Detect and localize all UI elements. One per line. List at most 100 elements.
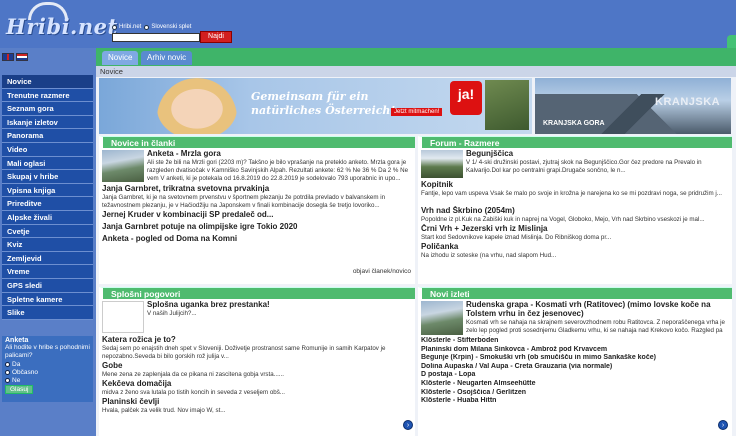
sidebar-item-oglasi[interactable]: Mali oglasi — [2, 156, 93, 171]
new-trips-box: Novi izleti Rudenska grapa - Kosmati vrh… — [418, 287, 732, 436]
sidebar-item-slike[interactable]: Slike — [2, 306, 93, 320]
forum-lead-text: V 1/ 4-ski družinski postavi, zjutraj sk… — [466, 159, 702, 174]
news-item-title[interactable]: Jernej Kruder v kombinaciji SP predaleč … — [99, 210, 415, 220]
sidebar-item-novice[interactable]: Novice — [2, 75, 93, 89]
sidebar-item-zivali[interactable]: Alpske živali — [2, 210, 93, 225]
news-lead[interactable]: Anketa - Mrzla gora Ali ste že bili na M… — [99, 148, 415, 184]
trip-lead-title[interactable]: Rudenska grapa - Kosmati vrh (Ratitovec)… — [466, 300, 729, 318]
discussion-item-desc: midva z ženo sva lutala po tistih koncih… — [102, 389, 285, 396]
radio-icon[interactable] — [5, 377, 10, 383]
breadcrumb: Novice — [96, 66, 736, 77]
news-item-title[interactable]: Janja Garnbret, trikratna svetovna prvak… — [99, 184, 415, 194]
trip-item[interactable]: Klösterle - Neugarten Almseehütte — [418, 380, 732, 389]
discussion-lead[interactable]: Splošna uganka brez prestanka! V naših J… — [99, 299, 415, 335]
header-bar: Hribi.net Hribi.net Slovenski splet Najd… — [0, 0, 736, 49]
ad-austria[interactable]: Gemeinsam für ein natürliches Österreich!… — [99, 78, 532, 134]
trip-lead-thumbnail[interactable] — [421, 301, 463, 335]
more-arrow-icon[interactable]: › — [718, 420, 728, 430]
sidebar-item-kviz[interactable]: Kviz — [2, 238, 93, 252]
sidebar-item-seznam-gora[interactable]: Seznam gora — [2, 102, 93, 116]
forum-box-title: Forum - Razmere — [418, 136, 732, 148]
news-box: Novice in članki Anketa - Mrzla gora Ali… — [99, 136, 415, 284]
radio-icon[interactable] — [144, 24, 150, 30]
sidebar-item-panorama[interactable]: Panorama — [2, 129, 93, 143]
radio-icon[interactable] — [112, 24, 117, 30]
search-input[interactable] — [112, 33, 200, 42]
search-button[interactable]: Najdi — [200, 31, 232, 43]
sidebar-item-kamere[interactable]: Spletne kamere — [2, 292, 93, 307]
site-logo[interactable]: Hribi.net — [6, 2, 117, 44]
discussion-item-title[interactable]: Gobe — [99, 361, 415, 371]
more-arrow-icon[interactable]: › — [403, 420, 413, 430]
discussion-lead-title[interactable]: Splošna uganka brez prestanka! — [147, 300, 270, 309]
radio-icon[interactable] — [5, 369, 10, 375]
ad-slogan: Gemeinsam für ein natürliches Österreich! — [251, 90, 396, 117]
ad-woman-image — [157, 78, 237, 134]
trip-item[interactable]: Dolina Aupaska / Val Aupa - Creta Grauza… — [418, 363, 732, 372]
sidebar-item-skupaj[interactable]: Skupaj v hribe — [2, 170, 93, 184]
discussion-lead-text: V naših Julijcih?... — [147, 310, 197, 317]
tab-novice[interactable]: Novice — [102, 51, 139, 65]
sidebar-item-video[interactable]: Video — [2, 142, 93, 157]
poll-option[interactable]: Občasno — [5, 368, 90, 376]
tab-arhiv-novic[interactable]: Arhiv novic — [141, 51, 193, 65]
discussion-box-title: Splošni pogovori — [99, 287, 415, 299]
discussion-box: Splošni pogovori Splošna uganka brez pre… — [99, 287, 415, 436]
discussion-item-title[interactable]: Katera rožica je to? — [99, 335, 415, 345]
news-lead-thumbnail[interactable] — [102, 150, 144, 182]
poll-title: Anketa — [5, 337, 29, 344]
sidebar-item-vreme[interactable]: Vreme — [2, 265, 93, 279]
trip-item[interactable]: Klösterle - Stifterboden — [418, 337, 732, 346]
ad-brand-text: KRANJSKA — [655, 96, 721, 108]
language-flags — [2, 53, 28, 61]
poll-option[interactable]: Ne — [5, 376, 90, 384]
forum-item-desc: Start kod Sedovnikove kapele iznad Misli… — [421, 234, 612, 241]
trip-item[interactable]: D postaja - Lopa — [418, 371, 732, 380]
trip-item[interactable]: Klösterle - Huaba Hittn — [418, 397, 732, 406]
scope-option-slovenski[interactable]: Slovenski splet — [144, 24, 191, 30]
discussion-item-title[interactable]: Kekčeva domačija — [99, 379, 415, 389]
forum-item-title[interactable]: Vrh nad Škrbino (2054m) — [418, 206, 732, 216]
sidebar-item-zemljevid[interactable]: Zemljevid — [2, 251, 93, 266]
news-lead-text: Ali ste že bili na Mrzli gori (2203 m)? … — [147, 159, 409, 182]
discussion-item-title[interactable]: Planinski čevlji — [99, 397, 415, 407]
tabs-bar: Novice Arhiv novic — [96, 48, 736, 66]
poll-box: Anketa Ali hodite v hribe s pohodnimi pa… — [2, 336, 93, 402]
flag-hr-icon[interactable] — [16, 53, 28, 61]
poll-option[interactable]: Da — [5, 360, 90, 368]
discussion-lead-thumbnail[interactable] — [102, 301, 144, 333]
trip-item[interactable]: Planinski dom Milana Šinkovca - Ambrož p… — [418, 346, 732, 355]
flag-en-icon[interactable] — [2, 53, 14, 61]
logo-text: Hribi.net — [6, 14, 118, 39]
forum-lead[interactable]: Begunjščica V 1/ 4-ski družinski postavi… — [418, 148, 732, 180]
trip-item[interactable]: Klösterle - Osojščica / Gerlitzen — [418, 389, 732, 398]
main-content: Novice Gemeinsam für ein natürliches Öste… — [96, 66, 736, 436]
radio-icon[interactable] — [5, 361, 10, 367]
trip-item[interactable]: Begunje (Krpin) - Smokuški vrh (ob smuči… — [418, 354, 732, 363]
sidebar-item-prireditve[interactable]: Prireditve — [2, 197, 93, 211]
new-trips-box-title: Novi izleti — [418, 287, 732, 299]
discussion-item-desc: Mene zena ze zaplenjala da ce pikana ni … — [102, 371, 284, 378]
sidebar-item-razmere[interactable]: Trenutne razmere — [2, 88, 93, 103]
sidebar-item-iskanje[interactable]: Iskanje izletov — [2, 115, 93, 130]
corner-tab[interactable] — [727, 35, 736, 49]
forum-item-title[interactable]: Kopitnik — [418, 180, 732, 190]
sidebar-item-cvetje[interactable]: Cvetje — [2, 224, 93, 239]
ad-cta-button[interactable]: Jetzt mitmachen! — [391, 108, 443, 116]
forum-item-title[interactable]: Črni Vrh + Jezerski vrh iz Mislinja — [418, 224, 732, 234]
forum-item-title[interactable]: Poličanka — [418, 242, 732, 252]
publish-article-link[interactable]: objavi članek/novico — [353, 268, 411, 275]
news-lead-title[interactable]: Anketa - Mrzla gora — [147, 149, 221, 158]
vote-button[interactable]: Glasuj — [5, 385, 34, 394]
forum-lead-title[interactable]: Begunjščica — [466, 149, 513, 158]
sidebar-item-gps[interactable]: GPS sledi — [2, 278, 93, 293]
forum-item-desc: Popoldne iz pl.Kuk na Žabiški kuk in nap… — [421, 216, 705, 223]
news-item-title[interactable]: Janja Garnbret potuje na olimpijske igre… — [99, 222, 415, 232]
sidebar-item-vpisna[interactable]: Vpisna knjiga — [2, 183, 93, 198]
trip-lead[interactable]: Rudenska grapa - Kosmati vrh (Ratitovec)… — [418, 299, 732, 337]
ad-kranjska-gora[interactable]: KRANJSKA KRANJSKA GORA — [535, 78, 731, 134]
trip-lead-text: Kosmati vrh se nahaja na skrajnem severo… — [466, 319, 725, 336]
forum-lead-thumbnail[interactable] — [421, 150, 463, 178]
scope-option-hribi[interactable]: Hribi.net — [112, 24, 141, 30]
news-item-title[interactable]: Anketa - pogled od Doma na Komni — [99, 234, 415, 244]
